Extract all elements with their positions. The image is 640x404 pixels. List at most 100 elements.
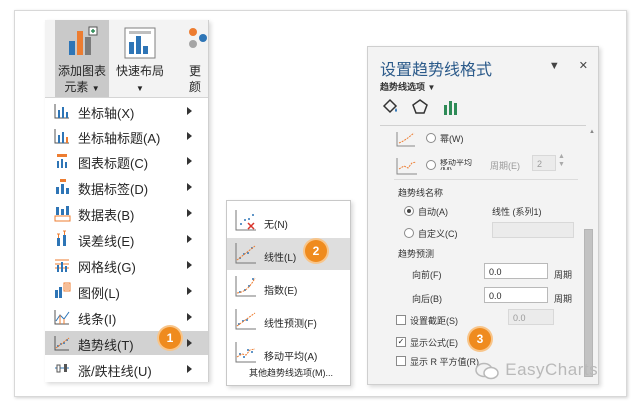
trendline-options-dropdown[interactable]: 趋势线选项 bbox=[380, 82, 425, 92]
data-labels-icon bbox=[56, 179, 69, 194]
auto-name-radio[interactable] bbox=[404, 206, 414, 216]
chevron-right-icon bbox=[187, 365, 192, 373]
moving-average-label: 移动平均(M) bbox=[440, 159, 472, 170]
show-equation-checkbox[interactable]: ✓ bbox=[396, 337, 406, 347]
chevron-right-icon bbox=[187, 261, 192, 269]
add-chart-element-icon bbox=[69, 26, 98, 55]
menu-item-data-labels[interactable]: 数据标签(D) bbox=[45, 175, 208, 199]
trendline-exponential-icon bbox=[235, 276, 256, 297]
menu-item-label: 误差线(E) bbox=[78, 234, 135, 249]
submenu-item-label: 线性预测(F) bbox=[264, 319, 317, 330]
axis-titles-icon bbox=[54, 129, 69, 144]
menu-item-label: 数据表(B) bbox=[78, 208, 135, 223]
data-table-icon bbox=[54, 206, 71, 222]
chevron-right-icon bbox=[187, 313, 192, 321]
effects-pentagon-icon[interactable] bbox=[411, 98, 429, 116]
chevron-right-icon bbox=[187, 287, 192, 295]
add-chart-element-button[interactable]: 添加图表 元素 ▼ bbox=[55, 20, 109, 97]
quick-layout-button[interactable]: 快速布局 ▼ bbox=[111, 20, 169, 97]
menu-item-lines[interactable]: 线条(I) bbox=[45, 305, 208, 329]
chevron-right-icon bbox=[187, 183, 192, 191]
menu-item-data-table[interactable]: 数据表(B) bbox=[45, 201, 208, 225]
scroll-up-arrow-icon[interactable]: ▲ bbox=[589, 129, 595, 135]
set-intercept-label: 设置截距(S) bbox=[410, 316, 458, 326]
change-colors-label-2: 颜 bbox=[189, 80, 202, 94]
menu-item-label: 数据标签(D) bbox=[78, 182, 149, 197]
section-divider bbox=[394, 179, 578, 180]
add-chart-element-label-2: 元素 bbox=[64, 80, 89, 94]
fill-line-icon[interactable] bbox=[381, 98, 399, 116]
backward-input[interactable]: 0.0 bbox=[484, 287, 548, 303]
chart-title-icon bbox=[57, 154, 67, 168]
chevron-right-icon bbox=[187, 132, 192, 140]
power-radio[interactable] bbox=[426, 133, 436, 143]
trendline-none-icon bbox=[235, 210, 256, 231]
menu-item-label: 线条(I) bbox=[78, 312, 117, 327]
submenu-item-linear[interactable]: 线性(L) bbox=[227, 238, 350, 270]
power-label: 幂(W) bbox=[440, 134, 464, 144]
more-trendline-options-link[interactable]: 其他趋势线选项(M)... bbox=[249, 366, 333, 379]
pane-scrollbar-thumb[interactable] bbox=[584, 229, 593, 377]
trendline-options-bar-icon[interactable] bbox=[442, 98, 460, 116]
intercept-input[interactable]: 0.0 bbox=[508, 309, 554, 325]
custom-name-input[interactable] bbox=[492, 222, 574, 238]
custom-name-radio[interactable] bbox=[404, 228, 414, 238]
axes-icon bbox=[54, 104, 69, 119]
menu-item-axes[interactable]: 坐标轴(X) bbox=[45, 99, 208, 123]
forward-label: 向前(F) bbox=[412, 270, 442, 280]
submenu-item-label: 线性(L) bbox=[264, 253, 297, 264]
show-r-squared-checkbox[interactable] bbox=[396, 356, 406, 366]
period-label: 周期(E) bbox=[490, 161, 520, 171]
menu-item-gridlines[interactable]: 网格线(G) bbox=[45, 253, 208, 277]
chevron-right-icon bbox=[187, 339, 192, 347]
period-spinner[interactable]: ▲ ▼ bbox=[558, 153, 565, 169]
pane-divider bbox=[380, 125, 586, 126]
menu-item-error-bars[interactable]: 误差线(E) bbox=[45, 227, 208, 251]
auto-name-value: 线性 (系列1) bbox=[492, 207, 542, 217]
auto-name-label: 自动(A) bbox=[418, 207, 448, 217]
submenu-item-label: 移动平均(A) bbox=[264, 352, 318, 363]
ribbon: 添加图表 元素 ▼ 快速布局 ▼ 更 颜 bbox=[45, 20, 208, 98]
menu-item-trendline[interactable]: 趋势线(T) bbox=[45, 331, 208, 355]
submenu-item-exponential[interactable]: 指数(E) bbox=[227, 271, 350, 303]
forward-period-unit: 周期 bbox=[554, 270, 573, 280]
step-badge-2: 2 bbox=[305, 240, 327, 262]
watermark-text: EasyCharts bbox=[505, 360, 599, 379]
forward-input[interactable]: 0.0 bbox=[484, 263, 548, 279]
menu-item-up-down-bars[interactable]: 涨/跌柱线(U) bbox=[45, 357, 208, 381]
show-r-squared-label: 显示 R 平方值(R) bbox=[410, 357, 479, 367]
step-badge-1: 1 bbox=[159, 327, 181, 349]
menu-item-legend[interactable]: 图例(L) bbox=[45, 279, 208, 303]
backward-label: 向后(B) bbox=[412, 294, 442, 304]
submenu-item-label: 无(N) bbox=[264, 220, 288, 231]
pane-options-dropdown-icon[interactable]: ▼ bbox=[549, 60, 560, 72]
menu-item-label: 图表标题(C) bbox=[78, 156, 149, 171]
chat-bubble-logo-icon bbox=[475, 362, 499, 379]
change-colors-button[interactable]: 更 颜 bbox=[175, 20, 209, 97]
menu-item-chart-title[interactable]: 图表标题(C) bbox=[45, 149, 208, 173]
legend-icon bbox=[55, 282, 71, 298]
menu-item-axis-titles[interactable]: 坐标轴标题(A) bbox=[45, 124, 208, 148]
power-trend-icon bbox=[396, 132, 415, 147]
chevron-right-icon bbox=[187, 157, 192, 165]
submenu-item-moving-average[interactable]: 移动平均(A) bbox=[227, 337, 350, 369]
period-input[interactable]: 2 bbox=[532, 155, 556, 171]
close-icon[interactable]: ✕ bbox=[579, 60, 588, 72]
menu-item-label: 网格线(G) bbox=[78, 260, 136, 275]
submenu-item-linear-forecast[interactable]: 线性预测(F) bbox=[227, 304, 350, 336]
error-bars-icon bbox=[57, 230, 66, 246]
submenu-item-none[interactable]: 无(N) bbox=[227, 205, 350, 237]
pane-title: 设置趋势线格式 bbox=[380, 62, 493, 79]
caret-down-icon: ▼ bbox=[91, 84, 100, 93]
moving-average-radio[interactable] bbox=[426, 160, 436, 170]
backward-period-unit: 周期 bbox=[554, 294, 573, 304]
set-intercept-checkbox[interactable] bbox=[396, 315, 406, 325]
custom-name-label: 自定义(C) bbox=[418, 229, 458, 239]
quick-layout-icon bbox=[124, 27, 156, 59]
show-equation-label: 显示公式(E) bbox=[410, 338, 458, 348]
menu-item-label: 坐标轴(X) bbox=[78, 106, 135, 121]
trendline-submenu: 无(N) 线性(L) 指数(E) 线性预测(F) 移动平均(A) 其他趋势线选项… bbox=[226, 200, 351, 386]
forecast-header: 趋势预测 bbox=[398, 249, 435, 259]
trendline-linear-icon bbox=[235, 243, 256, 264]
gridlines-icon bbox=[55, 259, 69, 272]
